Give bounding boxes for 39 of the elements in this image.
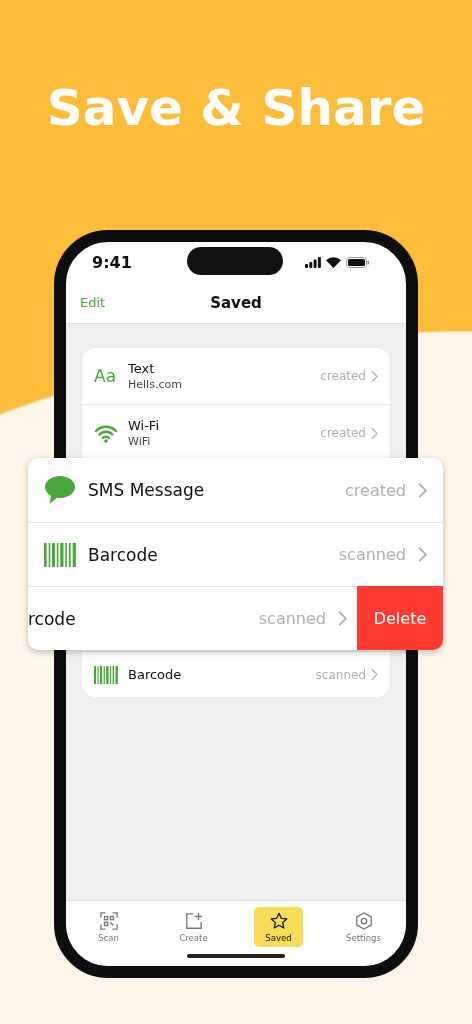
chevron-icon bbox=[371, 426, 378, 440]
item-status: created bbox=[345, 480, 406, 500]
status-time: 9:41 bbox=[92, 252, 132, 272]
chevron-icon bbox=[418, 546, 427, 563]
tab[interactable]: Create bbox=[169, 907, 218, 947]
item-title: Text bbox=[128, 361, 156, 376]
signal-icon bbox=[305, 256, 321, 268]
item-title: Barcode bbox=[128, 667, 183, 682]
chevron-icon bbox=[371, 369, 378, 383]
delete-button[interactable]: Delete bbox=[357, 586, 443, 650]
tab[interactable]: Settings bbox=[339, 907, 388, 947]
text-type-icon: Aa bbox=[94, 366, 118, 386]
edit-link[interactable]: Edit bbox=[80, 295, 106, 310]
item-title: Barcode bbox=[88, 544, 159, 565]
wifi-icon bbox=[94, 423, 118, 443]
item-title: Wi-Fi bbox=[128, 418, 160, 433]
barcode-icon bbox=[94, 664, 118, 685]
item-subtitle: WiFi bbox=[128, 435, 152, 448]
tab[interactable]: Scan bbox=[84, 907, 133, 947]
item-status: scanned bbox=[338, 545, 406, 564]
speech-bubble-icon bbox=[44, 475, 76, 505]
battery-icon bbox=[346, 256, 370, 268]
item-status: created bbox=[320, 426, 366, 440]
headline: Save & Share bbox=[46, 78, 426, 139]
qr-scan-icon bbox=[99, 911, 118, 930]
star-icon bbox=[269, 911, 288, 930]
item-title: rcode bbox=[28, 608, 77, 629]
chevron-icon bbox=[418, 481, 427, 499]
item-status: created bbox=[320, 369, 366, 383]
screen-title: Saved bbox=[210, 293, 262, 312]
item-status: scanned bbox=[315, 667, 366, 682]
item-status: scanned bbox=[258, 609, 326, 628]
settings-icon bbox=[354, 911, 373, 930]
chevron-icon bbox=[371, 668, 378, 681]
item-title: SMS Message bbox=[88, 480, 206, 500]
wifi-status-icon bbox=[326, 256, 341, 268]
tab[interactable]: Saved bbox=[254, 907, 303, 947]
chevron-icon bbox=[338, 610, 347, 627]
item-subtitle: Hells.com bbox=[128, 378, 183, 391]
